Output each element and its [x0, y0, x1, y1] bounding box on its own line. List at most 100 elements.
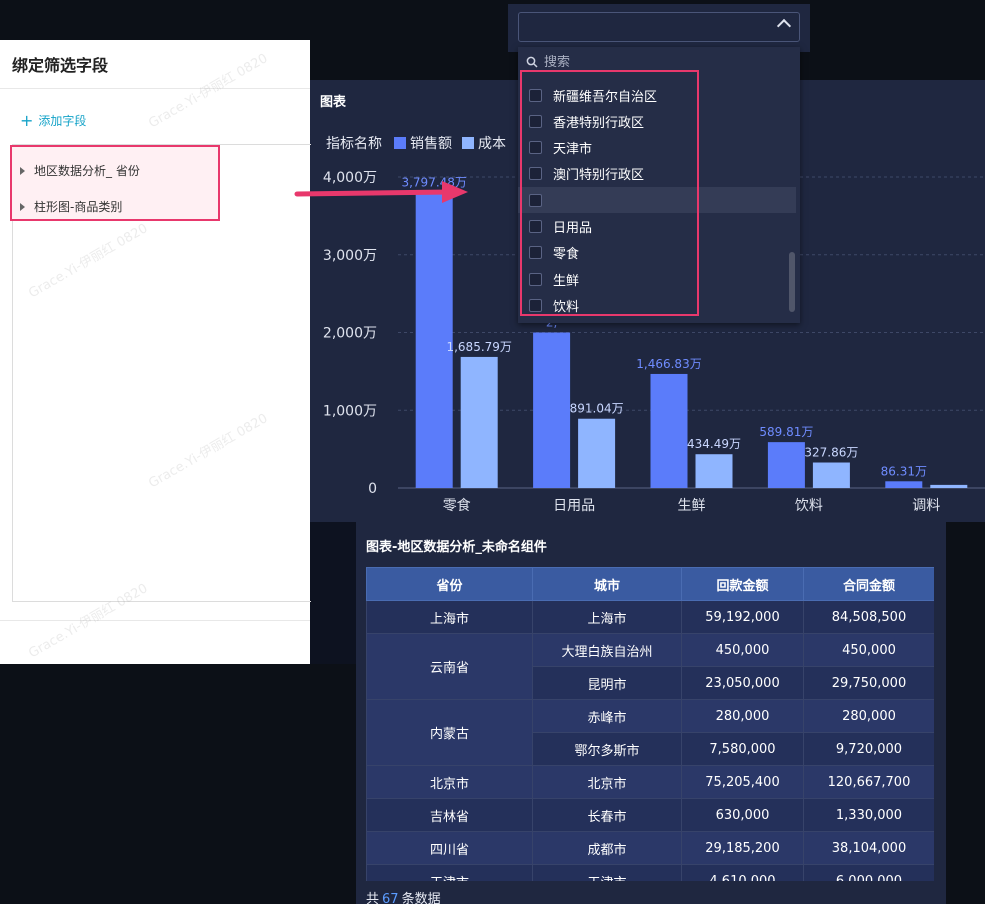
bar-cost: [812, 462, 850, 488]
header-city[interactable]: 城市: [532, 567, 682, 601]
table-row: 吉林省 长春市 630,000 1,330,000: [366, 798, 934, 832]
cell-city: 长春市: [532, 798, 682, 832]
field-item-category[interactable]: 柱形图-商品类别: [20, 198, 122, 215]
table-header-row: 省份 城市 回款金额 合同金额: [366, 567, 934, 601]
data-label: 891.04万: [570, 402, 624, 416]
divider: [0, 620, 310, 621]
add-field-label: 添加字段: [38, 114, 87, 128]
data-label: 1,466.83万: [636, 357, 701, 371]
bar-sales: [767, 442, 805, 488]
bind-filter-field-dialog: 绑定筛选字段 + 添加字段 地区数据分析_ 省份 柱形图-商品类别 Grace.…: [0, 40, 311, 664]
table-panel: 图表-地区数据分析_未命名组件 省份 城市 回款金额 合同金额 上海市 上海市 …: [356, 522, 946, 904]
bar-sales: [533, 332, 571, 488]
cell-city: 天津市: [532, 864, 682, 881]
cell-contract: 29,750,000: [803, 666, 934, 700]
cell-province: 吉林省: [366, 798, 533, 832]
filter-select[interactable]: [518, 12, 800, 42]
y-tick-label: 3,000万: [323, 248, 377, 264]
cell-city: 成都市: [532, 831, 682, 865]
chevron-up-icon[interactable]: [776, 18, 792, 34]
arrow-head: [442, 181, 468, 203]
x-tick-label: 日用品: [553, 498, 595, 514]
legend-prefix: 指标名称: [326, 136, 382, 152]
header-payment[interactable]: 回款金额: [681, 567, 804, 601]
table-row: 内蒙古 赤峰市 280,000 280,000: [366, 699, 934, 766]
arrow-shaft: [294, 189, 453, 197]
data-label: 589.81万: [759, 425, 813, 439]
cell-payment: 59,192,000: [681, 600, 804, 634]
footer-prefix: 共: [366, 892, 380, 904]
table-row: 天津市 天津市 4,610,000 6,000,000: [366, 864, 934, 881]
add-field-button[interactable]: + 添加字段: [20, 112, 86, 129]
cell-city: 鄂尔多斯市: [532, 732, 682, 766]
search-input[interactable]: [544, 54, 744, 70]
cell-payment: 630,000: [681, 798, 804, 832]
table-scroll-area[interactable]: 省份 城市 回款金额 合同金额 上海市 上海市 59,192,000 84,50…: [366, 567, 934, 881]
cell-province: 四川省: [366, 831, 533, 865]
x-tick-label: 饮料: [795, 498, 823, 514]
cell-province: 内蒙古: [366, 699, 533, 766]
table-footer: 共 67 条数据: [366, 888, 441, 904]
total-count: 67: [382, 892, 399, 904]
left-bottom-background: [0, 664, 356, 904]
cell-contract: 9,720,000: [803, 732, 934, 766]
cell-contract: 1,330,000: [803, 798, 934, 832]
filter-select-panel: [508, 4, 810, 52]
dropdown-scrollbar[interactable]: [789, 252, 795, 312]
dialog-title: 绑定筛选字段: [12, 56, 109, 75]
x-tick-label: 调料: [912, 498, 940, 514]
table-row: 云南省 大理白族自治州 450,000 450,000: [366, 633, 934, 700]
arrow-annotation: [294, 181, 468, 203]
divider: [0, 88, 310, 89]
y-tick-label: 1,000万: [323, 403, 377, 419]
cell-contract: 6,000,000: [803, 864, 934, 881]
legend-swatch-sales: [394, 137, 406, 149]
caret-right-icon[interactable]: [20, 202, 25, 211]
bar-cost: [695, 454, 733, 488]
watermark: Grace.Yi-伊丽红 0820: [146, 51, 271, 132]
cell-contract: 280,000: [803, 699, 934, 733]
cell-contract: 84,508,500: [803, 600, 934, 634]
cell-payment: 4,610,000: [681, 864, 804, 881]
y-tick-label: 2,000万: [323, 326, 377, 342]
data-table: 省份 城市 回款金额 合同金额 上海市 上海市 59,192,000 84,50…: [366, 567, 934, 881]
legend-label-sales[interactable]: 销售额: [410, 133, 452, 153]
header-province[interactable]: 省份: [366, 567, 533, 601]
field-item-label: 地区数据分析_ 省份: [34, 164, 140, 178]
caret-right-icon[interactable]: [20, 166, 25, 175]
cell-province: 云南省: [366, 633, 533, 700]
cell-payment: 7,580,000: [681, 732, 804, 766]
bar-cost: [930, 484, 968, 488]
cell-contract: 38,104,000: [803, 831, 934, 865]
plus-icon: +: [20, 110, 34, 130]
data-label: 434.49万: [687, 437, 741, 451]
cell-province: 上海市: [366, 600, 533, 634]
header-contract[interactable]: 合同金额: [803, 567, 934, 601]
x-tick-label: 生鲜: [678, 498, 706, 514]
cell-payment: 23,050,000: [681, 666, 804, 700]
table-row: 北京市 北京市 75,205,400 120,667,700: [366, 765, 934, 799]
y-tick-label: 0: [368, 481, 377, 497]
cell-city: 大理白族自治州: [532, 633, 682, 667]
table-row: 上海市 上海市 59,192,000 84,508,500: [366, 600, 934, 634]
field-item-province[interactable]: 地区数据分析_ 省份: [20, 162, 140, 179]
search-icon: [526, 56, 538, 68]
table-row: 四川省 成都市 29,185,200 38,104,000: [366, 831, 934, 865]
cell-contract: 120,667,700: [803, 765, 934, 799]
cell-province: 北京市: [366, 765, 533, 799]
data-label: 1,685.79万: [446, 340, 511, 354]
dropdown-search: [526, 52, 744, 72]
cell-province: 天津市: [366, 864, 533, 881]
bar-sales: [885, 481, 923, 488]
cell-city: 赤峰市: [532, 699, 682, 733]
cell-contract: 450,000: [803, 633, 934, 667]
bar-sales: [650, 373, 688, 488]
field-item-label: 柱形图-商品类别: [34, 200, 123, 214]
x-tick-label: 零食: [443, 497, 471, 514]
chart-legend: 指标名称 销售额 成本: [326, 133, 506, 153]
data-label: 86.31万: [881, 464, 927, 478]
legend-swatch-cost: [462, 137, 474, 149]
data-label: 327.86万: [804, 446, 858, 460]
bar-cost: [460, 356, 498, 488]
legend-label-cost[interactable]: 成本: [478, 133, 506, 153]
